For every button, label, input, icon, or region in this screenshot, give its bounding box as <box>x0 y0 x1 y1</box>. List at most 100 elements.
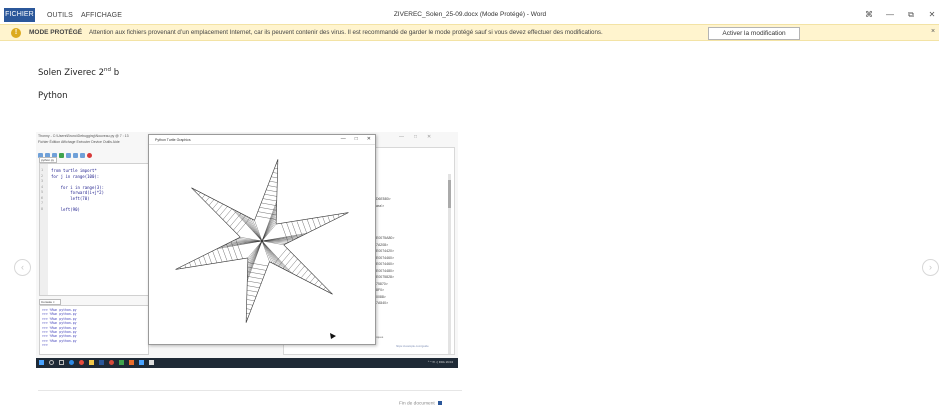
thonny-window-controls: — □ ✕ <box>399 134 431 140</box>
turtle-line <box>246 308 252 310</box>
restore-icon[interactable]: ⌘ <box>864 10 874 20</box>
line-numbers: 1 2 3 4 5 6 7 8 <box>41 168 44 211</box>
turtle-line <box>246 290 258 293</box>
next-page-button[interactable]: › <box>922 259 939 276</box>
title-bar: FICHIER OUTILS AFFICHAGE ZIVEREC_Solen_2… <box>0 0 939 24</box>
turtle-line <box>283 212 349 246</box>
turtle-line <box>207 253 212 264</box>
step-over-icon <box>73 153 78 158</box>
turtle-line <box>175 236 241 270</box>
shield-icon: ! <box>11 28 21 38</box>
tab-affichage[interactable]: AFFICHAGE <box>81 9 122 23</box>
turtle-line <box>261 240 280 267</box>
turtle-line <box>246 313 250 315</box>
turtle-line <box>201 194 206 199</box>
protected-mode-heading: MODE PROTÉGÉ <box>29 29 83 36</box>
turtle-line <box>322 216 326 225</box>
turtle-line <box>231 208 263 242</box>
app-icon <box>119 360 124 365</box>
author-line: Solen Ziverec 2nd b <box>38 67 119 78</box>
turtle-line <box>318 283 323 288</box>
end-marker-icon <box>437 401 442 405</box>
turtle-line <box>309 276 316 283</box>
turtle-line <box>306 219 312 232</box>
turtle-line <box>184 264 187 268</box>
turtle-graphics-window: Python Turtle Graphics — □ ✕ <box>148 134 376 345</box>
turtle-line <box>189 262 192 267</box>
turtle-line <box>262 198 277 202</box>
turtle-line <box>246 299 255 301</box>
turtle-line <box>247 240 263 282</box>
turtle-line <box>212 250 218 263</box>
folder-icon <box>89 360 94 365</box>
word-icon <box>99 360 104 365</box>
document-title: ZIVEREC_Solen_25-09.docx (Mode Protégé) … <box>393 11 547 18</box>
turtle-line <box>247 276 263 280</box>
maximize-button[interactable]: ⧉ <box>906 10 916 20</box>
code-editor: 1 2 3 4 5 6 7 8 from turtle import* for … <box>39 163 149 296</box>
turtle-line <box>261 233 308 242</box>
turtle-star-drawing <box>175 159 349 339</box>
turtle-line <box>272 172 278 174</box>
tab-outils[interactable]: OUTILS <box>47 9 73 23</box>
turtle-line <box>296 265 305 276</box>
turtle-line <box>247 240 263 261</box>
turtle-line <box>193 260 197 267</box>
tab-fichier[interactable]: FICHIER <box>4 8 35 22</box>
subject-line: Python <box>38 91 68 101</box>
scrollbar <box>448 174 451 354</box>
turtle-taskbar-icon <box>149 360 154 365</box>
turtle-line <box>194 190 197 192</box>
enable-editing-button[interactable]: Activer la modification <box>708 27 800 40</box>
turtle-line <box>261 221 277 242</box>
turtle-line <box>269 261 333 295</box>
turtle-line <box>276 212 349 225</box>
previous-page-button[interactable]: ‹ <box>14 259 31 276</box>
end-of-document: Fin de document <box>399 401 442 406</box>
turtle-line <box>212 201 219 210</box>
turtle-line <box>219 206 228 217</box>
turtle-window-title: Python Turtle Graphics <box>155 138 191 142</box>
minimize-button[interactable]: — <box>885 10 895 20</box>
turtle-line <box>312 218 317 229</box>
turtle-line <box>261 240 288 271</box>
turtle-line <box>198 257 202 266</box>
turtle-line <box>247 285 260 288</box>
windows-taskbar: ᴬ ^ ✉ ◁ FRA 16:04 <box>36 358 458 368</box>
turtle-line <box>261 240 293 274</box>
turtle-line <box>269 181 278 183</box>
turtle-line <box>337 214 340 218</box>
chrome-icon <box>79 360 84 365</box>
turtle-title-bar: Python Turtle Graphics — □ ✕ <box>149 135 375 145</box>
author-name: Solen Ziverec 2 <box>38 67 105 78</box>
turtle-line <box>305 272 312 281</box>
turtle-line <box>216 240 263 249</box>
thonny-toolbar <box>38 145 148 158</box>
turtle-line <box>215 203 224 213</box>
run-icon <box>59 153 64 158</box>
author-class: b <box>111 67 120 78</box>
object-list: D6E580> ass'> E0075A80> 7A208> E0074420>… <box>376 197 395 305</box>
turtle-cursor-icon <box>330 333 336 339</box>
stop-icon <box>87 153 92 158</box>
close-icon: ✕ <box>366 136 371 142</box>
close-icon[interactable]: × <box>931 28 935 35</box>
system-tray: ᴬ ^ ✉ ◁ FRA 16:04 <box>427 360 453 364</box>
turtle-line <box>296 220 303 236</box>
close-icon: ✕ <box>427 134 432 140</box>
turtle-line <box>261 202 277 206</box>
author-superscript: nd <box>104 67 112 73</box>
close-button[interactable]: ✕ <box>927 10 937 20</box>
browser-icon <box>69 360 74 365</box>
turtle-line <box>217 248 223 263</box>
turtle-line <box>317 217 321 227</box>
app-icon <box>129 360 134 365</box>
turtle-line <box>244 215 263 242</box>
turtle-line <box>264 194 277 197</box>
thonny-menu: Fichier Édition Affichage Exécuter Devic… <box>38 140 120 144</box>
turtle-line <box>300 269 309 279</box>
turtle-line <box>327 290 330 292</box>
search-icon <box>49 360 54 365</box>
turtle-line <box>247 240 263 266</box>
protected-mode-bar: ! MODE PROTÉGÉ Attention aux fichiers pr… <box>0 24 939 41</box>
